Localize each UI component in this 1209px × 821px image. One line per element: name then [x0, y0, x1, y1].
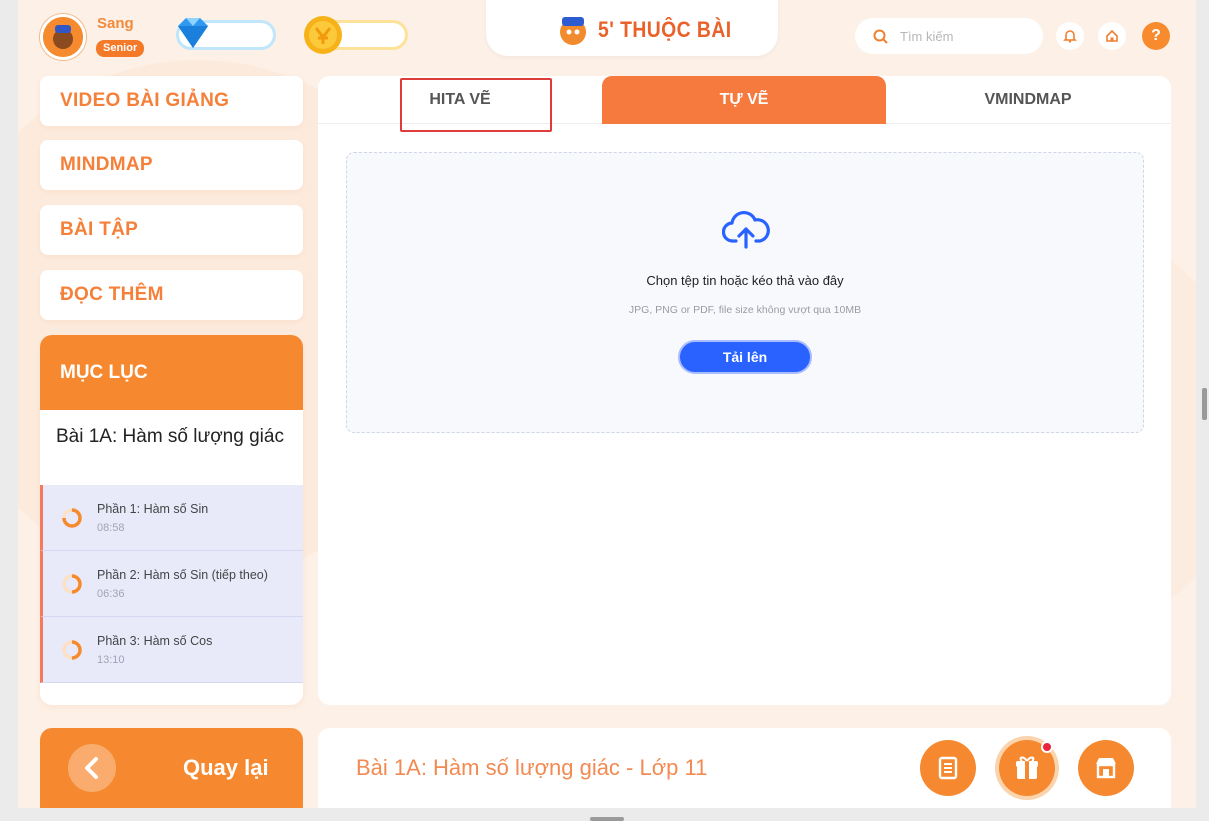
main-panel: HITA VẼ TỰ VẼ VMINDMAP Chọn tệp tin hoặc… — [318, 76, 1171, 705]
search-bar[interactable] — [855, 18, 1043, 54]
shop-icon — [1096, 758, 1116, 779]
search-input[interactable] — [900, 28, 1020, 44]
part-title: Phần 2: Hàm số Sin (tiếp theo) — [97, 568, 268, 582]
part-duration: 06:36 — [97, 588, 125, 600]
back-label: Quay lại — [183, 755, 269, 780]
diamond-icon — [178, 18, 208, 48]
toc-title: MỤC LỤC — [40, 335, 303, 410]
tab-vmindmap[interactable]: VMINDMAP — [886, 76, 1170, 124]
part-title: Phần 1: Hàm số Sin — [97, 502, 209, 516]
progress-ring-icon — [62, 640, 82, 660]
upload-button[interactable]: Tải lên — [678, 340, 812, 374]
coin-icon — [304, 16, 342, 54]
cloud-upload-icon — [722, 210, 770, 249]
notification-button[interactable] — [1056, 22, 1084, 50]
rank-badge: Senior — [96, 40, 145, 57]
menu-exercises[interactable]: BÀI TẬP — [40, 205, 303, 255]
toc-part-item[interactable]: Phần 1: Hàm số Sin 08:58 — [40, 485, 303, 551]
tab-bar: HITA VẼ TỰ VẼ VMINDMAP — [318, 76, 1171, 124]
menu-mindmap[interactable]: MINDMAP — [40, 140, 303, 190]
home-button[interactable] — [1098, 22, 1126, 50]
resize-handle[interactable] — [1202, 388, 1207, 420]
table-of-contents: MỤC LỤC Bài 1A: Hàm số lượng giác Phần 1… — [40, 335, 303, 705]
notification-dot — [1041, 741, 1053, 753]
progress-ring-icon — [62, 508, 82, 528]
toc-lesson-title[interactable]: Bài 1A: Hàm số lượng giác — [40, 410, 303, 485]
bottom-handle[interactable] — [590, 817, 624, 821]
tab-hita-ve[interactable]: HITA VẼ — [318, 76, 602, 124]
avatar[interactable] — [40, 14, 86, 60]
app-logo[interactable]: 5' THUỘC BÀI — [598, 17, 732, 43]
toc-part-item[interactable]: Phần 2: Hàm số Sin (tiếp theo) 06:36 — [40, 551, 303, 617]
tab-tu-ve[interactable]: TỰ VẼ — [602, 76, 886, 124]
dropzone-title: Chọn tệp tin hoặc kéo thả vào đây — [646, 273, 844, 288]
back-arrow-button[interactable] — [68, 744, 116, 792]
file-dropzone[interactable]: Chọn tệp tin hoặc kéo thả vào đây JPG, P… — [346, 152, 1144, 433]
bell-icon — [1063, 30, 1077, 43]
home-icon — [1106, 29, 1118, 42]
chevron-left-icon — [85, 757, 98, 779]
progress-ring-icon — [62, 574, 82, 594]
menu-further-reading[interactable]: ĐỌC THÊM — [40, 270, 303, 320]
dropzone-note: JPG, PNG or PDF, file size không vượt qu… — [628, 304, 862, 316]
toc-part-item[interactable]: Phần 3: Hàm số Cos 13:10 — [40, 617, 303, 683]
lesson-title: Bài 1A: Hàm số lượng giác - Lớp 11 — [356, 755, 708, 780]
search-icon — [873, 29, 888, 44]
part-duration: 13:10 — [97, 654, 125, 666]
notebook-icon — [938, 756, 958, 780]
mascot-logo-icon — [560, 17, 586, 45]
username: Sang — [97, 15, 134, 32]
app-window: Sang Senior 5' THUỘC BÀI Tìm kiếm ? VIDE… — [18, 0, 1196, 808]
menu-video-lecture[interactable]: VIDEO BÀI GIẢNG — [40, 76, 303, 126]
part-title: Phần 3: Hàm số Cos — [97, 634, 213, 648]
notebook-button[interactable] — [920, 740, 976, 796]
gift-icon — [1016, 756, 1038, 779]
shop-button[interactable] — [1078, 740, 1134, 796]
part-duration: 08:58 — [97, 522, 125, 534]
help-button[interactable]: ? — [1142, 22, 1170, 50]
